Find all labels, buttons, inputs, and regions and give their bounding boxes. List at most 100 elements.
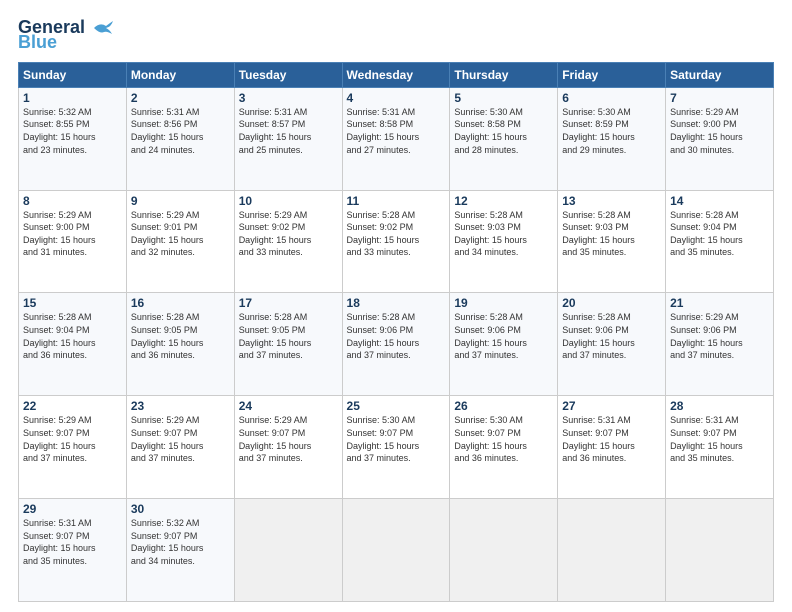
calendar-body: 1 Sunrise: 5:32 AM Sunset: 8:55 PM Dayli…	[19, 87, 774, 601]
day-number: 28	[670, 399, 769, 413]
day-number: 30	[131, 502, 230, 516]
day-cell: 27 Sunrise: 5:31 AM Sunset: 9:07 PM Dayl…	[558, 396, 666, 499]
week-row-2: 8 Sunrise: 5:29 AM Sunset: 9:00 PM Dayli…	[19, 190, 774, 293]
day-number: 2	[131, 91, 230, 105]
day-number: 23	[131, 399, 230, 413]
day-info: Sunrise: 5:29 AM Sunset: 9:00 PM Dayligh…	[23, 209, 122, 259]
day-info: Sunrise: 5:28 AM Sunset: 9:06 PM Dayligh…	[454, 311, 553, 361]
day-cell: 4 Sunrise: 5:31 AM Sunset: 8:58 PM Dayli…	[342, 87, 450, 190]
day-cell	[450, 499, 558, 602]
day-info: Sunrise: 5:28 AM Sunset: 9:03 PM Dayligh…	[454, 209, 553, 259]
day-info: Sunrise: 5:28 AM Sunset: 9:05 PM Dayligh…	[131, 311, 230, 361]
header-day-wednesday: Wednesday	[342, 62, 450, 87]
day-cell: 14 Sunrise: 5:28 AM Sunset: 9:04 PM Dayl…	[666, 190, 774, 293]
week-row-1: 1 Sunrise: 5:32 AM Sunset: 8:55 PM Dayli…	[19, 87, 774, 190]
day-info: Sunrise: 5:32 AM Sunset: 9:07 PM Dayligh…	[131, 517, 230, 567]
day-cell: 5 Sunrise: 5:30 AM Sunset: 8:58 PM Dayli…	[450, 87, 558, 190]
header-day-sunday: Sunday	[19, 62, 127, 87]
day-cell	[558, 499, 666, 602]
day-info: Sunrise: 5:31 AM Sunset: 8:58 PM Dayligh…	[347, 106, 446, 156]
day-cell: 22 Sunrise: 5:29 AM Sunset: 9:07 PM Dayl…	[19, 396, 127, 499]
header: General Blue	[18, 18, 774, 52]
day-cell: 15 Sunrise: 5:28 AM Sunset: 9:04 PM Dayl…	[19, 293, 127, 396]
day-info: Sunrise: 5:30 AM Sunset: 9:07 PM Dayligh…	[347, 414, 446, 464]
day-number: 10	[239, 194, 338, 208]
day-cell: 24 Sunrise: 5:29 AM Sunset: 9:07 PM Dayl…	[234, 396, 342, 499]
day-info: Sunrise: 5:31 AM Sunset: 9:07 PM Dayligh…	[670, 414, 769, 464]
day-info: Sunrise: 5:29 AM Sunset: 9:02 PM Dayligh…	[239, 209, 338, 259]
day-info: Sunrise: 5:30 AM Sunset: 8:59 PM Dayligh…	[562, 106, 661, 156]
day-cell: 11 Sunrise: 5:28 AM Sunset: 9:02 PM Dayl…	[342, 190, 450, 293]
logo-line2: Blue	[18, 33, 114, 52]
day-cell: 25 Sunrise: 5:30 AM Sunset: 9:07 PM Dayl…	[342, 396, 450, 499]
day-cell: 17 Sunrise: 5:28 AM Sunset: 9:05 PM Dayl…	[234, 293, 342, 396]
day-info: Sunrise: 5:28 AM Sunset: 9:04 PM Dayligh…	[670, 209, 769, 259]
day-number: 7	[670, 91, 769, 105]
day-cell: 9 Sunrise: 5:29 AM Sunset: 9:01 PM Dayli…	[126, 190, 234, 293]
day-cell: 13 Sunrise: 5:28 AM Sunset: 9:03 PM Dayl…	[558, 190, 666, 293]
day-cell: 28 Sunrise: 5:31 AM Sunset: 9:07 PM Dayl…	[666, 396, 774, 499]
day-cell: 18 Sunrise: 5:28 AM Sunset: 9:06 PM Dayl…	[342, 293, 450, 396]
day-info: Sunrise: 5:29 AM Sunset: 9:07 PM Dayligh…	[23, 414, 122, 464]
day-cell: 12 Sunrise: 5:28 AM Sunset: 9:03 PM Dayl…	[450, 190, 558, 293]
header-day-monday: Monday	[126, 62, 234, 87]
day-number: 5	[454, 91, 553, 105]
day-cell: 6 Sunrise: 5:30 AM Sunset: 8:59 PM Dayli…	[558, 87, 666, 190]
day-info: Sunrise: 5:29 AM Sunset: 9:06 PM Dayligh…	[670, 311, 769, 361]
day-number: 26	[454, 399, 553, 413]
header-day-friday: Friday	[558, 62, 666, 87]
day-number: 18	[347, 296, 446, 310]
day-number: 15	[23, 296, 122, 310]
day-cell: 16 Sunrise: 5:28 AM Sunset: 9:05 PM Dayl…	[126, 293, 234, 396]
day-info: Sunrise: 5:31 AM Sunset: 8:56 PM Dayligh…	[131, 106, 230, 156]
day-number: 22	[23, 399, 122, 413]
day-info: Sunrise: 5:28 AM Sunset: 9:03 PM Dayligh…	[562, 209, 661, 259]
day-info: Sunrise: 5:28 AM Sunset: 9:05 PM Dayligh…	[239, 311, 338, 361]
header-day-thursday: Thursday	[450, 62, 558, 87]
day-number: 11	[347, 194, 446, 208]
day-number: 13	[562, 194, 661, 208]
day-cell: 26 Sunrise: 5:30 AM Sunset: 9:07 PM Dayl…	[450, 396, 558, 499]
day-number: 17	[239, 296, 338, 310]
day-info: Sunrise: 5:29 AM Sunset: 9:01 PM Dayligh…	[131, 209, 230, 259]
day-number: 4	[347, 91, 446, 105]
day-number: 6	[562, 91, 661, 105]
day-cell	[666, 499, 774, 602]
calendar-header: SundayMondayTuesdayWednesdayThursdayFrid…	[19, 62, 774, 87]
week-row-5: 29 Sunrise: 5:31 AM Sunset: 9:07 PM Dayl…	[19, 499, 774, 602]
day-cell: 23 Sunrise: 5:29 AM Sunset: 9:07 PM Dayl…	[126, 396, 234, 499]
day-info: Sunrise: 5:28 AM Sunset: 9:06 PM Dayligh…	[562, 311, 661, 361]
day-number: 21	[670, 296, 769, 310]
day-number: 12	[454, 194, 553, 208]
header-day-tuesday: Tuesday	[234, 62, 342, 87]
day-info: Sunrise: 5:28 AM Sunset: 9:06 PM Dayligh…	[347, 311, 446, 361]
day-number: 14	[670, 194, 769, 208]
day-info: Sunrise: 5:31 AM Sunset: 8:57 PM Dayligh…	[239, 106, 338, 156]
day-cell: 19 Sunrise: 5:28 AM Sunset: 9:06 PM Dayl…	[450, 293, 558, 396]
day-info: Sunrise: 5:30 AM Sunset: 9:07 PM Dayligh…	[454, 414, 553, 464]
day-cell: 2 Sunrise: 5:31 AM Sunset: 8:56 PM Dayli…	[126, 87, 234, 190]
day-cell: 7 Sunrise: 5:29 AM Sunset: 9:00 PM Dayli…	[666, 87, 774, 190]
day-number: 29	[23, 502, 122, 516]
day-number: 20	[562, 296, 661, 310]
week-row-4: 22 Sunrise: 5:29 AM Sunset: 9:07 PM Dayl…	[19, 396, 774, 499]
day-number: 8	[23, 194, 122, 208]
day-cell: 30 Sunrise: 5:32 AM Sunset: 9:07 PM Dayl…	[126, 499, 234, 602]
day-info: Sunrise: 5:29 AM Sunset: 9:00 PM Dayligh…	[670, 106, 769, 156]
day-info: Sunrise: 5:31 AM Sunset: 9:07 PM Dayligh…	[23, 517, 122, 567]
day-cell: 29 Sunrise: 5:31 AM Sunset: 9:07 PM Dayl…	[19, 499, 127, 602]
day-cell: 21 Sunrise: 5:29 AM Sunset: 9:06 PM Dayl…	[666, 293, 774, 396]
day-cell	[342, 499, 450, 602]
day-number: 1	[23, 91, 122, 105]
day-cell: 3 Sunrise: 5:31 AM Sunset: 8:57 PM Dayli…	[234, 87, 342, 190]
day-info: Sunrise: 5:32 AM Sunset: 8:55 PM Dayligh…	[23, 106, 122, 156]
day-number: 25	[347, 399, 446, 413]
week-row-3: 15 Sunrise: 5:28 AM Sunset: 9:04 PM Dayl…	[19, 293, 774, 396]
day-cell: 1 Sunrise: 5:32 AM Sunset: 8:55 PM Dayli…	[19, 87, 127, 190]
header-day-saturday: Saturday	[666, 62, 774, 87]
calendar-table: SundayMondayTuesdayWednesdayThursdayFrid…	[18, 62, 774, 602]
day-info: Sunrise: 5:31 AM Sunset: 9:07 PM Dayligh…	[562, 414, 661, 464]
header-row: SundayMondayTuesdayWednesdayThursdayFrid…	[19, 62, 774, 87]
day-number: 24	[239, 399, 338, 413]
day-number: 9	[131, 194, 230, 208]
